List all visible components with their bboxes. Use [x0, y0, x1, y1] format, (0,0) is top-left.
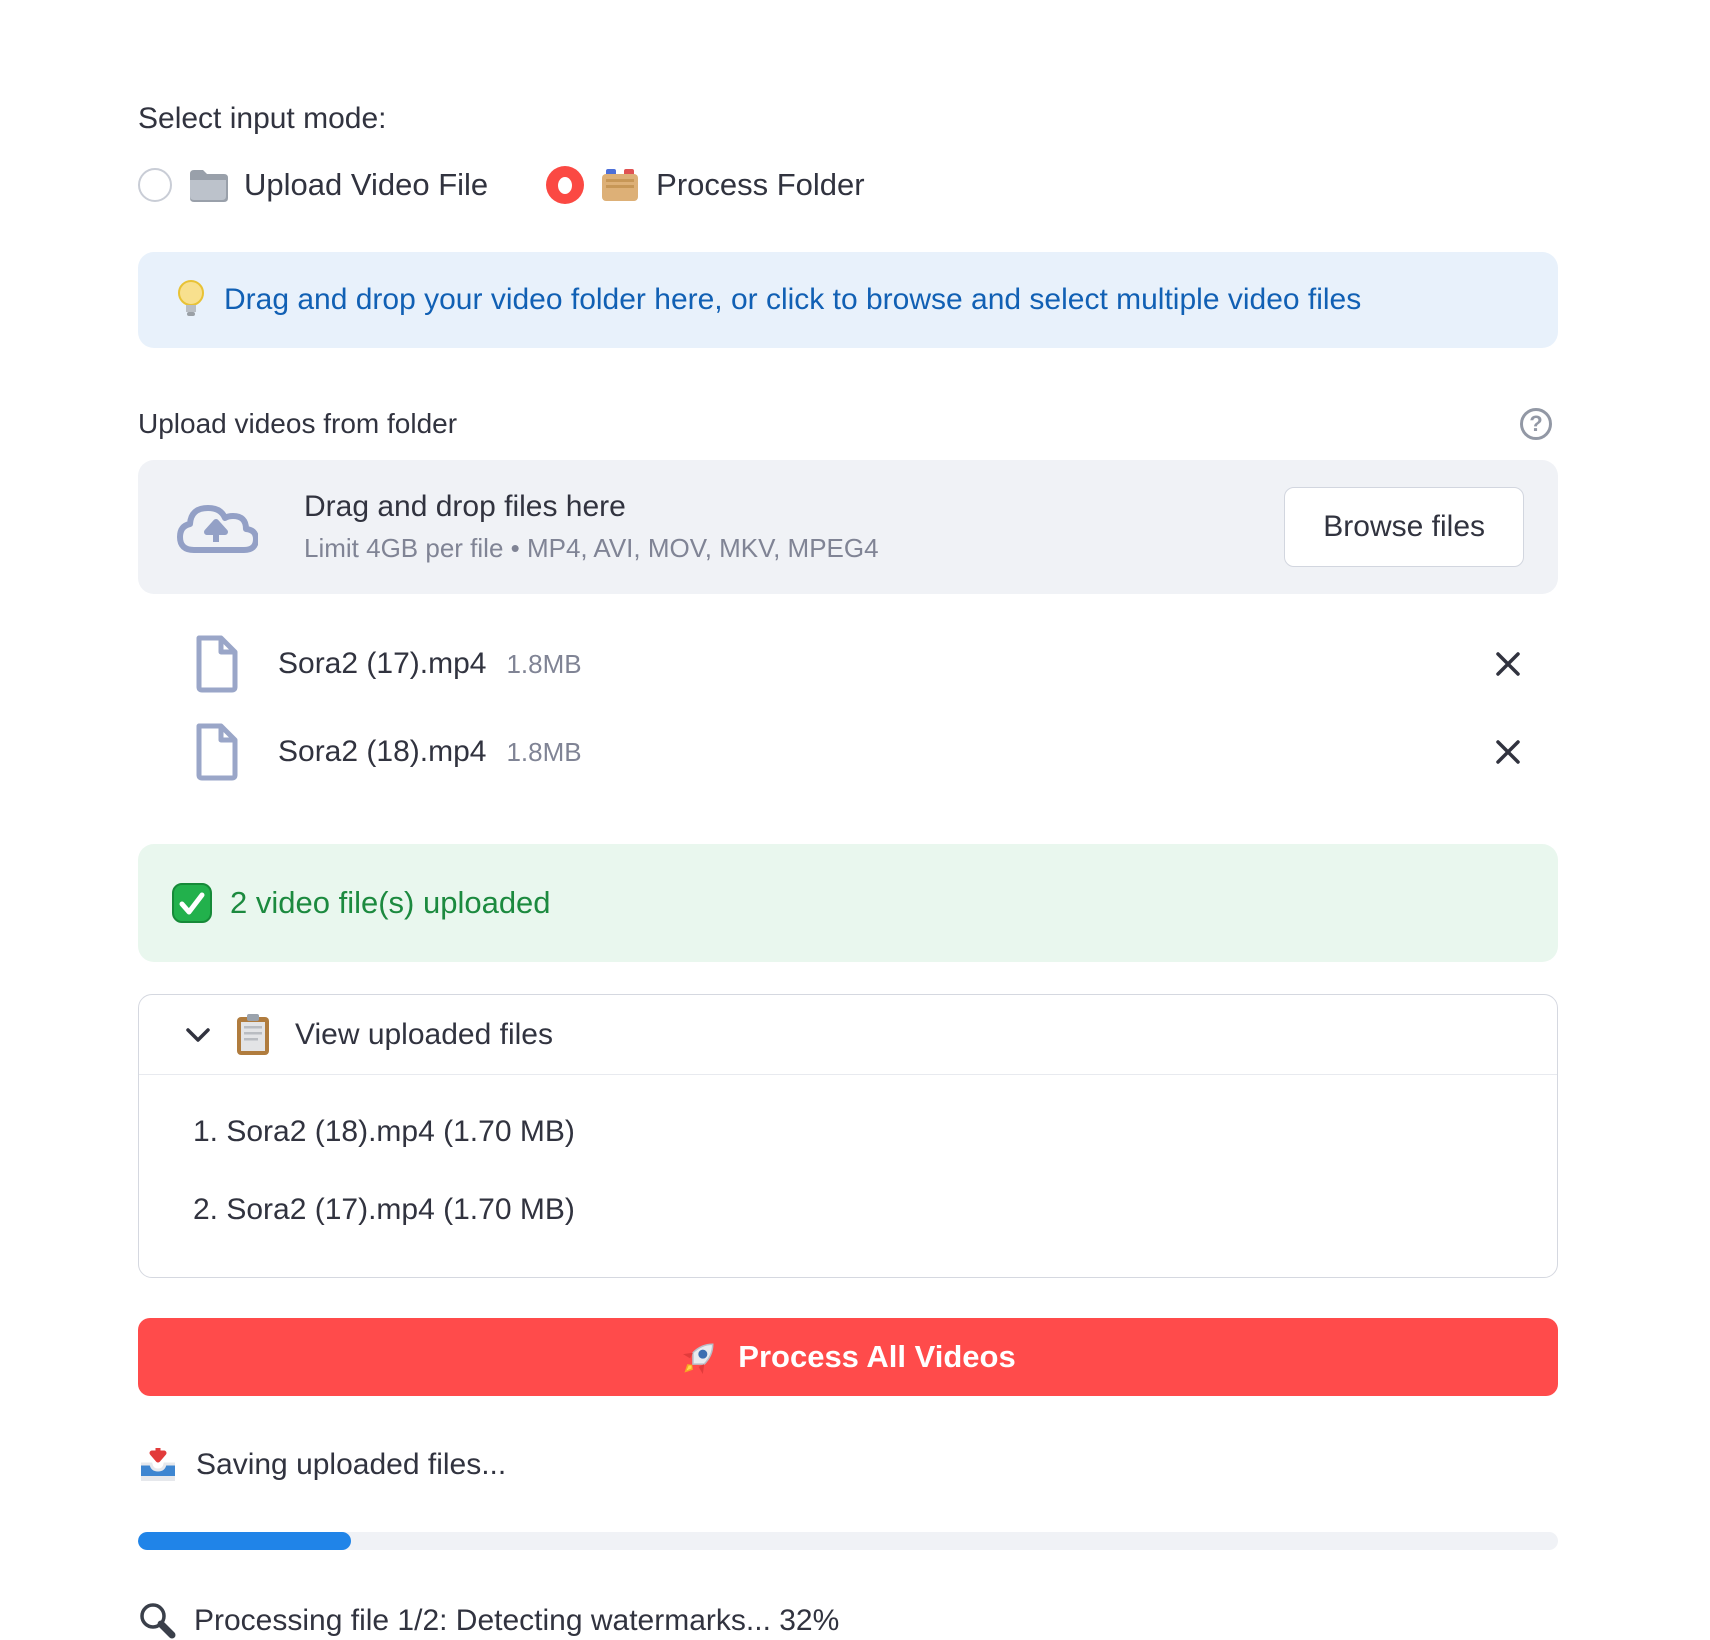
- saving-status-text: Saving uploaded files...: [196, 1448, 506, 1482]
- file-row: Sora2 (17).mp4 1.8MB: [138, 620, 1558, 708]
- file-size: 1.8MB: [506, 737, 581, 768]
- help-icon[interactable]: ?: [1520, 408, 1552, 440]
- uploaded-file-item: 1. Sora2 (18).mp4 (1.70 MB): [193, 1115, 1513, 1149]
- magnifying-glass-icon: [138, 1602, 176, 1640]
- file-dropzone[interactable]: Drag and drop files here Limit 4GB per f…: [138, 460, 1558, 594]
- clipboard-icon: [235, 1013, 271, 1057]
- file-icon: [194, 723, 238, 781]
- dropzone-title: Drag and drop files here: [304, 490, 879, 524]
- inbox-tray-icon: [138, 1446, 178, 1484]
- radio-label: Process Folder: [656, 167, 864, 203]
- process-all-videos-button[interactable]: Process All Videos: [138, 1318, 1558, 1396]
- uploader-label: Upload videos from folder: [138, 408, 457, 440]
- input-mode-radiogroup: Upload Video File Process Folder: [138, 166, 1558, 204]
- file-size: 1.8MB: [506, 649, 581, 680]
- radio-label: Upload Video File: [244, 167, 488, 203]
- success-banner: 2 video file(s) uploaded: [138, 844, 1558, 962]
- expander-header[interactable]: View uploaded files: [139, 995, 1557, 1075]
- lightbulb-icon: [176, 279, 206, 321]
- saving-status-row: Saving uploaded files...: [138, 1446, 1558, 1484]
- success-banner-text: 2 video file(s) uploaded: [230, 885, 551, 921]
- radio-selected-icon[interactable]: [546, 166, 584, 204]
- remove-file-icon[interactable]: [1492, 648, 1524, 680]
- radio-unselected-icon[interactable]: [138, 168, 172, 202]
- radio-process-folder[interactable]: Process Folder: [546, 166, 864, 204]
- chevron-down-icon: [185, 1027, 211, 1043]
- progress-fill: [138, 1532, 351, 1550]
- file-row: Sora2 (18).mp4 1.8MB: [138, 708, 1558, 796]
- process-button-label: Process All Videos: [738, 1339, 1015, 1375]
- uploaded-file-list: Sora2 (17).mp4 1.8MB Sora2 (18).mp4 1.8M…: [138, 620, 1558, 796]
- expander-body: 1. Sora2 (18).mp4 (1.70 MB) 2. Sora2 (17…: [139, 1075, 1557, 1277]
- uploader-label-row: Upload videos from folder ?: [138, 408, 1558, 440]
- uploaded-file-item: 2. Sora2 (17).mp4 (1.70 MB): [193, 1193, 1513, 1227]
- file-icon: [194, 635, 238, 693]
- input-mode-label: Select input mode:: [138, 102, 1558, 136]
- dropzone-texts: Drag and drop files here Limit 4GB per f…: [304, 490, 879, 564]
- file-name: Sora2 (17).mp4: [278, 647, 486, 681]
- main-content: Select input mode: Upload Video File: [0, 0, 1710, 1640]
- info-banner: Drag and drop your video folder here, or…: [138, 252, 1558, 348]
- info-banner-text: Drag and drop your video folder here, or…: [224, 283, 1361, 317]
- progress-bar: [138, 1532, 1558, 1550]
- cloud-upload-icon: [174, 496, 258, 558]
- radio-upload-video-file[interactable]: Upload Video File: [138, 167, 488, 203]
- dropzone-hint: Limit 4GB per file • MP4, AVI, MOV, MKV,…: [304, 533, 879, 564]
- processing-status-text: Processing file 1/2: Detecting watermark…: [194, 1604, 839, 1638]
- file-name: Sora2 (18).mp4: [278, 735, 486, 769]
- rocket-icon: [680, 1337, 720, 1377]
- expander-title: View uploaded files: [295, 1018, 553, 1052]
- remove-file-icon[interactable]: [1492, 736, 1524, 768]
- processing-status-row: Processing file 1/2: Detecting watermark…: [138, 1602, 1558, 1640]
- folder-icon: [188, 168, 228, 202]
- card-index-icon: [600, 167, 640, 203]
- browse-files-button[interactable]: Browse files: [1284, 487, 1524, 567]
- uploaded-files-expander: View uploaded files 1. Sora2 (18).mp4 (1…: [138, 994, 1558, 1278]
- check-icon: [172, 883, 212, 923]
